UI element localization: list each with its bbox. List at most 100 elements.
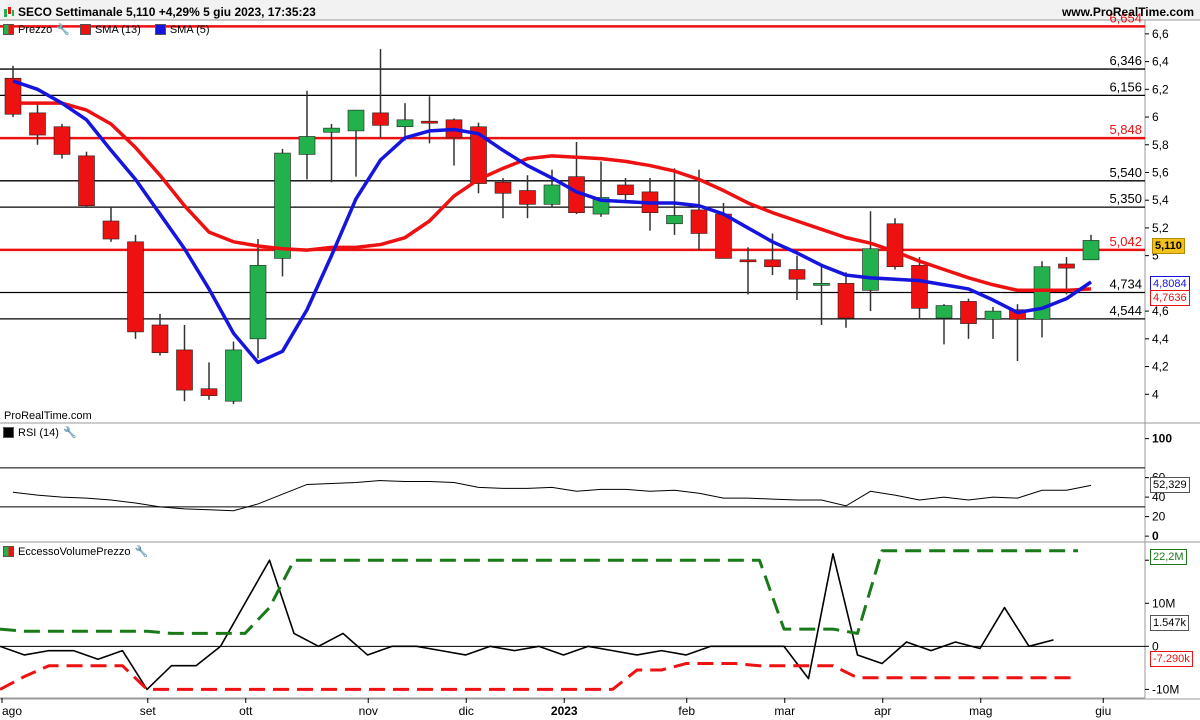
candle-down: [690, 209, 708, 234]
price-y-tick-label: 4,4: [1152, 332, 1169, 346]
candle-down: [127, 241, 144, 333]
candle-up: [298, 136, 316, 155]
candle-down: [739, 259, 757, 263]
price-legend: Prezzo 🔧 SMA (13) SMA (5): [3, 23, 210, 36]
price-y-tick-label: 6: [1152, 110, 1159, 124]
rsi-legend-label: RSI (14): [18, 426, 59, 439]
sma13-legend-label: SMA (13): [94, 23, 141, 36]
settings-wrench-icon[interactable]: 🔧: [56, 23, 70, 36]
rsi-wrench-icon[interactable]: 🔧: [63, 426, 77, 439]
x-tick-label: giu: [1095, 704, 1111, 718]
rsi-swatch: [3, 427, 14, 438]
candle-down: [200, 388, 218, 396]
price-y-tick-label: 5,4: [1152, 193, 1169, 207]
evp-lower-line: [0, 662, 1078, 691]
app-logo-icon: [3, 5, 15, 17]
candle-down: [788, 269, 806, 280]
candle-down: [886, 223, 904, 268]
price-y-tick-label: 4,2: [1152, 360, 1169, 374]
evp-line-line: [0, 552, 1054, 691]
candle-down: [102, 220, 120, 240]
evp-legend: EccessoVolumePrezzo 🔧: [3, 545, 154, 558]
rsi-line: [12, 480, 1092, 512]
x-tick-label: ott: [239, 704, 253, 718]
candle-up: [274, 152, 291, 259]
x-tick-label: feb: [678, 704, 695, 718]
candle-down: [494, 181, 512, 194]
evp-y-tick-label: 10M: [1152, 596, 1175, 610]
evp-wrench-icon[interactable]: 🔧: [135, 545, 149, 558]
watermark: ProRealTime.com: [4, 410, 92, 422]
price-y-tick-label: 4,6: [1152, 304, 1169, 318]
candle-down: [151, 324, 169, 353]
price-y-tick-label: 4: [1152, 387, 1159, 401]
level-label: 4,734: [1109, 277, 1142, 292]
candle-down: [372, 112, 389, 126]
sma13-swatch: [79, 24, 91, 35]
candle-up: [225, 349, 242, 402]
x-tick-label: ago: [2, 704, 22, 718]
site-link[interactable]: www.ProRealTime.com: [1062, 5, 1194, 19]
candle-down: [764, 259, 781, 268]
evp-y-tick-label: -10M: [1152, 682, 1179, 696]
candle-up: [323, 127, 340, 133]
candle-up: [862, 248, 879, 291]
candle-down: [617, 184, 634, 195]
candle-up: [1033, 266, 1051, 320]
sma5-swatch: [154, 24, 166, 35]
x-tick-label: mar: [774, 704, 795, 718]
x-tick-label: 2023: [551, 704, 578, 718]
candle-up: [666, 215, 683, 225]
candle-up: [935, 305, 953, 319]
candle-down: [519, 190, 536, 205]
evp-upper-badge: 22,2M: [1150, 549, 1187, 565]
level-label: 5,350: [1109, 191, 1142, 206]
sma5-line: [12, 79, 1092, 365]
candle-down: [29, 112, 46, 136]
x-tick-label: dic: [459, 704, 474, 718]
level-label: 5,042: [1109, 234, 1142, 249]
level-label: 6,346: [1109, 53, 1142, 68]
evp-line-badge: 1.547k: [1150, 615, 1190, 631]
chart-canvas[interactable]: 44,24,44,655,25,45,65,866,26,46,66,6546,…: [0, 0, 1200, 720]
level-label: 6,156: [1109, 79, 1142, 94]
evp-lower-badge: -7.290k: [1150, 651, 1193, 667]
candle-up: [543, 184, 561, 205]
candle-up: [249, 265, 267, 340]
rsi-y-tick-label: 0: [1152, 529, 1159, 543]
candle-down: [176, 349, 193, 391]
candle-up: [1082, 240, 1100, 261]
candle-up: [396, 119, 414, 128]
price-y-tick-label: 6,2: [1152, 82, 1169, 96]
candle-down: [715, 213, 732, 259]
sma5-legend-label: SMA (5): [169, 23, 210, 36]
level-label: 5,540: [1109, 165, 1142, 180]
evp-upper-line: [0, 549, 1078, 635]
candle-down: [78, 155, 95, 207]
rsi-badge: 52,329: [1150, 477, 1190, 493]
candle-down: [960, 301, 977, 324]
price-y-tick-label: 5,8: [1152, 138, 1169, 152]
evp-legend-label: EccessoVolumePrezzo: [18, 545, 131, 558]
chart-title: SECO Settimanale 5,110 +4,29% 5 giu 2023…: [18, 5, 316, 19]
price-y-tick-label: 5,6: [1152, 165, 1169, 179]
rsi-y-tick-label: 20: [1152, 510, 1166, 524]
price-y-tick-label: 5,2: [1152, 221, 1169, 235]
level-label: 4,544: [1109, 303, 1142, 318]
candle-down: [53, 126, 71, 155]
price-y-tick-label: 6,4: [1152, 55, 1169, 69]
sma13-badge: 4,7636: [1150, 290, 1190, 306]
x-tick-label: set: [140, 704, 157, 718]
price-legend-label: Prezzo: [18, 23, 53, 36]
candle-down: [837, 283, 855, 319]
candle-up: [984, 310, 1002, 320]
evp-swatch: [3, 546, 14, 557]
candle-down: [421, 120, 438, 124]
candle-down: [911, 265, 928, 309]
x-tick-label: nov: [359, 704, 378, 718]
candle-down: [1058, 263, 1075, 269]
price-y-tick-label: 6,6: [1152, 27, 1169, 41]
current-price-badge: 5,110: [1152, 238, 1185, 254]
candle-up: [347, 109, 365, 132]
x-tick-label: apr: [874, 704, 891, 718]
